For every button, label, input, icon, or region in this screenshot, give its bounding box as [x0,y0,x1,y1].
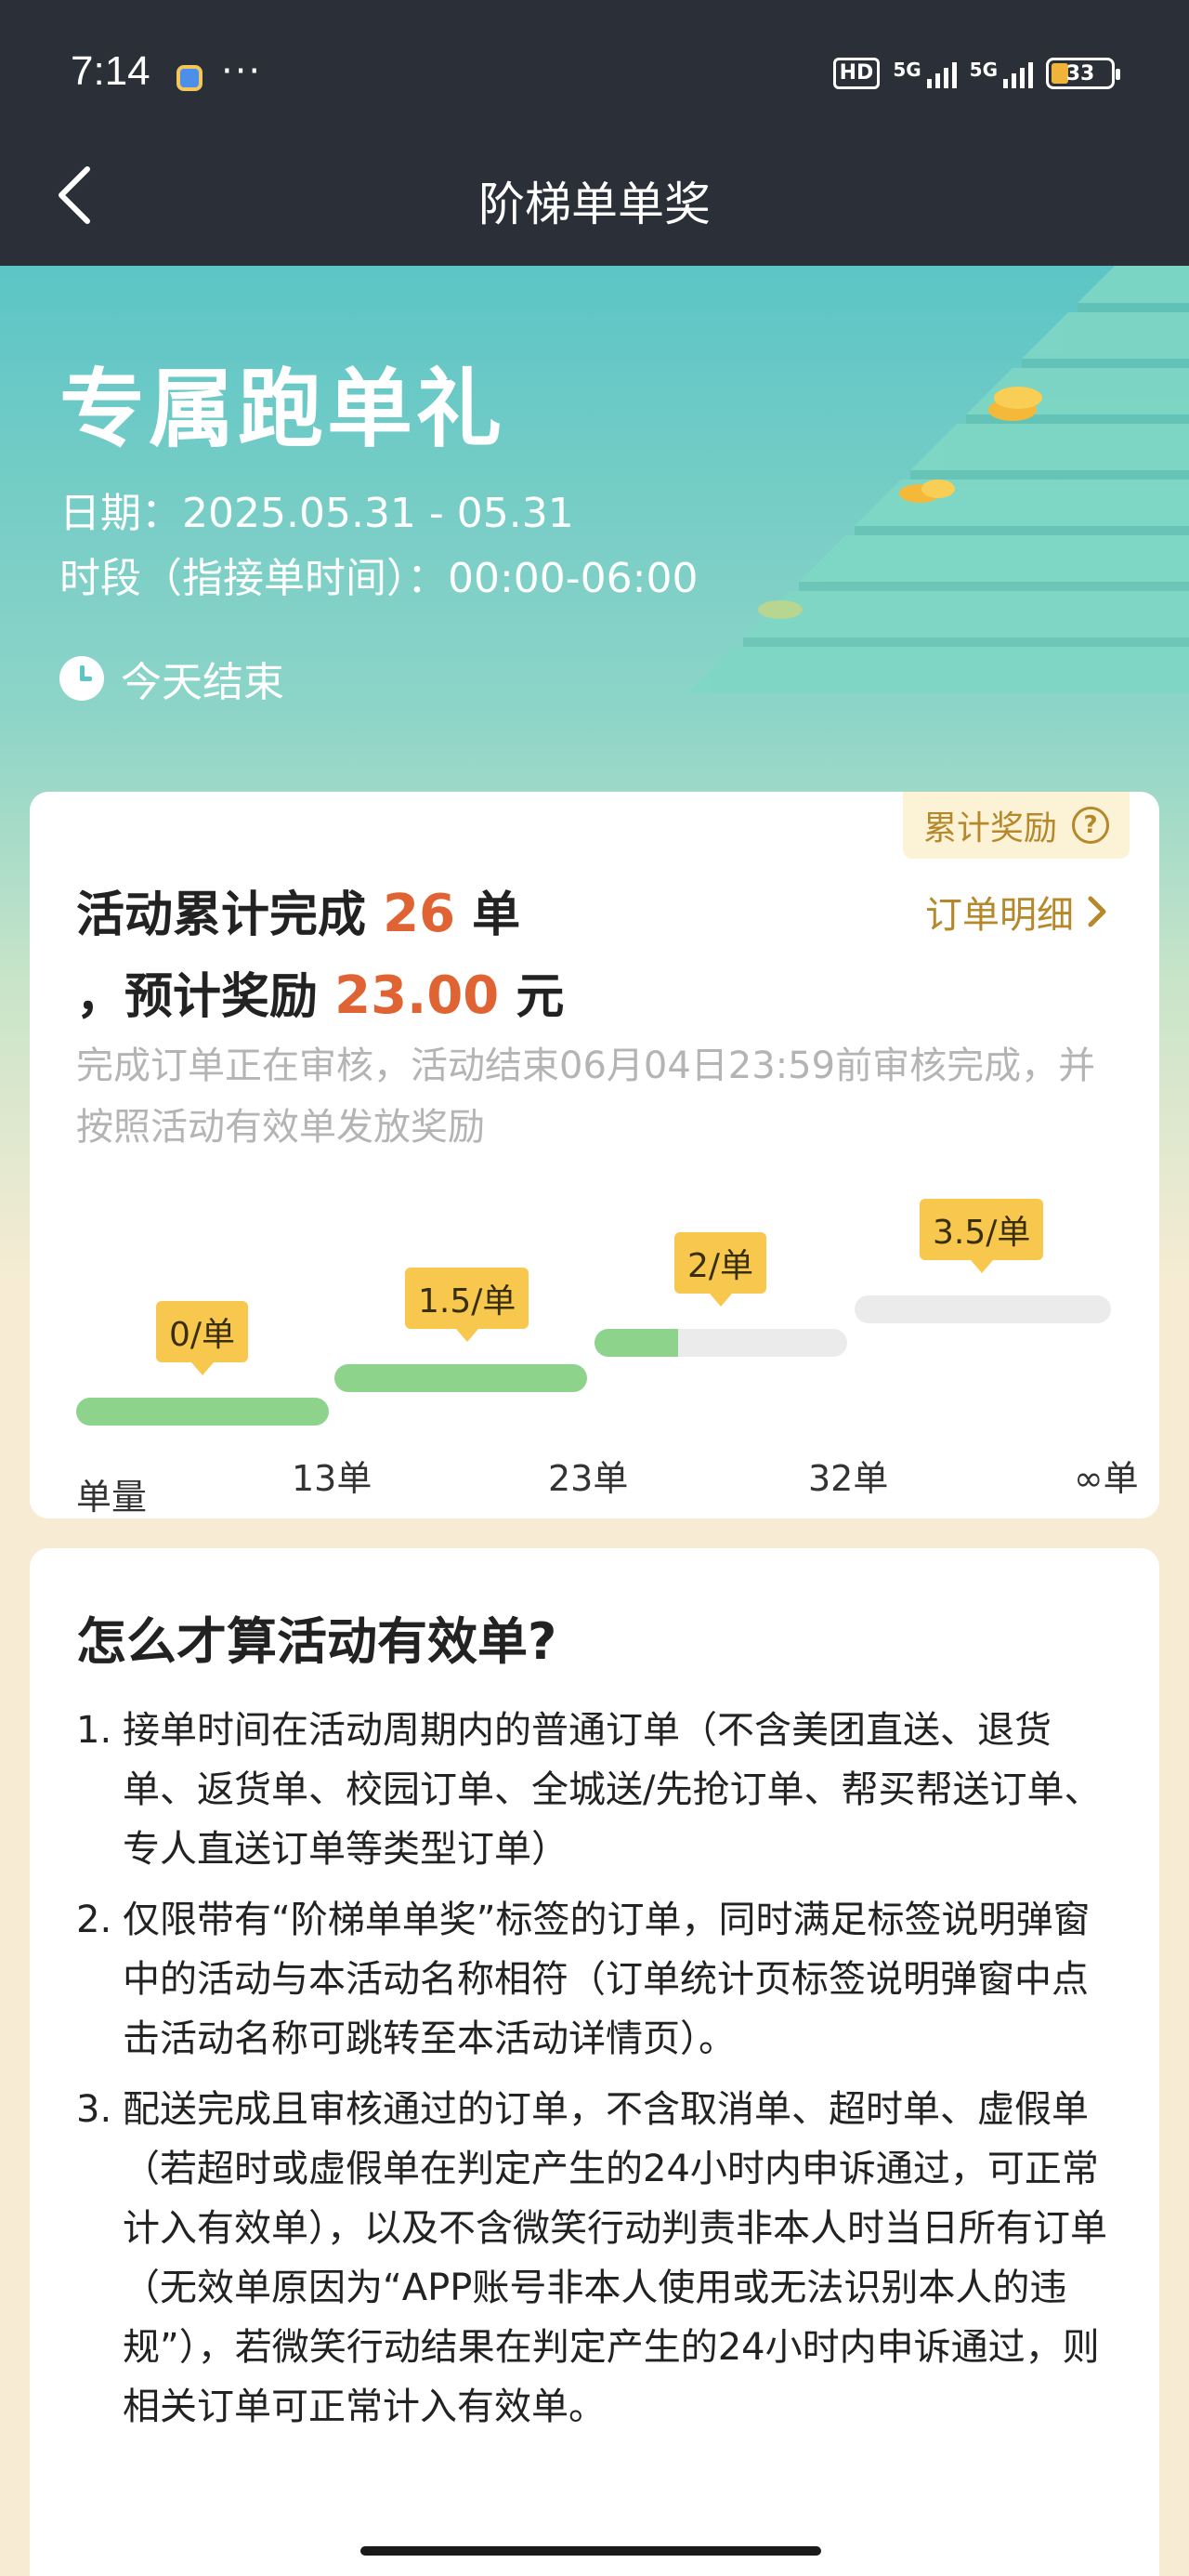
home-indicator[interactable] [360,2546,821,2556]
status-time: 7:14 [71,48,150,94]
order-detail-label: 订单明细 [925,894,1074,937]
tier-bar [855,1295,1111,1323]
tier-axis-label: 单量 [76,1477,148,1518]
rule-item: 1. 接单时间在活动周期内的普通订单（不含美团直送、退货单、返货单、校园订单、全… [76,1701,1117,1879]
clock-icon [59,656,104,701]
signal-icon: 5G [970,59,1033,88]
tier-rate-label: 1.5/单 [405,1268,529,1342]
tier-bar [334,1364,587,1392]
battery-icon: 33 [1046,58,1120,89]
reward-prefix: ，预计奖励 [76,969,335,1025]
rules-title: 怎么才算活动有效单? [76,1612,557,1671]
rule-text: 接单时间在活动周期内的普通订单（不含美团直送、退货单、返货单、校园订单、全城送/… [123,1709,1102,1871]
rules-list: 1. 接单时间在活动周期内的普通订单（不含美团直送、退货单、返货单、校园订单、全… [76,1701,1117,2448]
hd-voice-icon: HD [832,58,881,89]
signal-icon: 5G [893,59,957,88]
nav-bar: 阶梯单单奖 [0,121,1189,266]
help-icon: ? [1072,807,1109,844]
summary-card: 累计奖励 ? 活动累计完成 26 单 ，预计奖励 23.00 元 订单明细 完成… [30,792,1159,1518]
stairs-illustration [687,266,1189,693]
rule-number: 3. [76,2088,112,2131]
activity-date: 日期：2025.05.31 - 05.31 [59,490,574,537]
tier-axis-label: 13单 [292,1458,372,1499]
status-indicators: HD 5G 5G 33 [832,58,1120,89]
rule-text: 仅限带有“阶梯单单奖”标签的订单，同时满足标签说明弹窗中的活动与本活动名称相符（… [123,1899,1091,2060]
battery-level: 33 [1065,61,1095,85]
ends-label: 今天结束 [121,659,284,706]
page-title: 阶梯单单奖 [478,177,711,231]
rule-item: 2. 仅限带有“阶梯单单奖”标签的订单，同时满足标签说明弹窗中的活动与本活动名称… [76,1890,1117,2069]
status-bar: 7:14 ··· HD 5G 5G 33 [0,0,1189,121]
reward-amount: 23.00 [334,966,500,1026]
tier-rate-label: 2/单 [674,1232,767,1307]
completed-prefix: 活动累计完成 [76,887,384,943]
completed-suffix: 单 [455,887,521,943]
rule-number: 1. [76,1709,112,1752]
activity-period: 时段（指接单时间）：00:00-06:00 [59,555,699,602]
cumulative-reward-button[interactable]: 累计奖励 ? [902,792,1130,859]
tier-bar [76,1398,329,1426]
ends-status: 今天结束 [59,649,284,708]
tier-axis-label: 23单 [548,1458,629,1499]
tier-rate-label: 3.5/单 [920,1199,1044,1273]
reward-suffix: 元 [499,969,565,1025]
reward-stat: ，预计奖励 23.00 元 [76,957,564,1027]
more-notifications-icon: ··· [221,50,263,93]
tier-bar-fill [76,1398,329,1426]
completed-stat: 活动累计完成 26 单 [76,875,520,945]
tier-rate-label: 0/单 [156,1301,249,1375]
completed-count: 26 [383,884,456,944]
review-notice: 完成订单正在审核，活动结束06月04日23:59前审核完成，并按照活动有效单发放… [76,1045,1096,1149]
app-notification-icon [176,65,203,91]
tier-bar-fill [594,1329,678,1357]
rule-text: 配送完成且审核通过的订单，不含取消单、超时单、虚假单（若超时或虚假单在判定产生的… [123,2088,1107,2428]
rule-number: 2. [76,1899,112,1941]
tier-axis-label: 32单 [808,1458,889,1499]
order-detail-link[interactable]: 订单明细 [925,885,1107,939]
chevron-right-icon [1088,896,1106,927]
rule-item: 3. 配送完成且审核通过的订单，不含取消单、超时单、虚假单（若超时或虚假单在判定… [76,2080,1117,2437]
tier-bar-fill [334,1364,587,1392]
cumulative-reward-label: 累计奖励 [922,809,1057,848]
tier-axis-label: ∞单 [1074,1458,1139,1499]
rules-card: 怎么才算活动有效单? 1. 接单时间在活动周期内的普通订单（不含美团直送、退货单… [30,1548,1159,2576]
hero-title: 专属跑单礼 [59,360,506,459]
tier-bar [594,1329,847,1357]
